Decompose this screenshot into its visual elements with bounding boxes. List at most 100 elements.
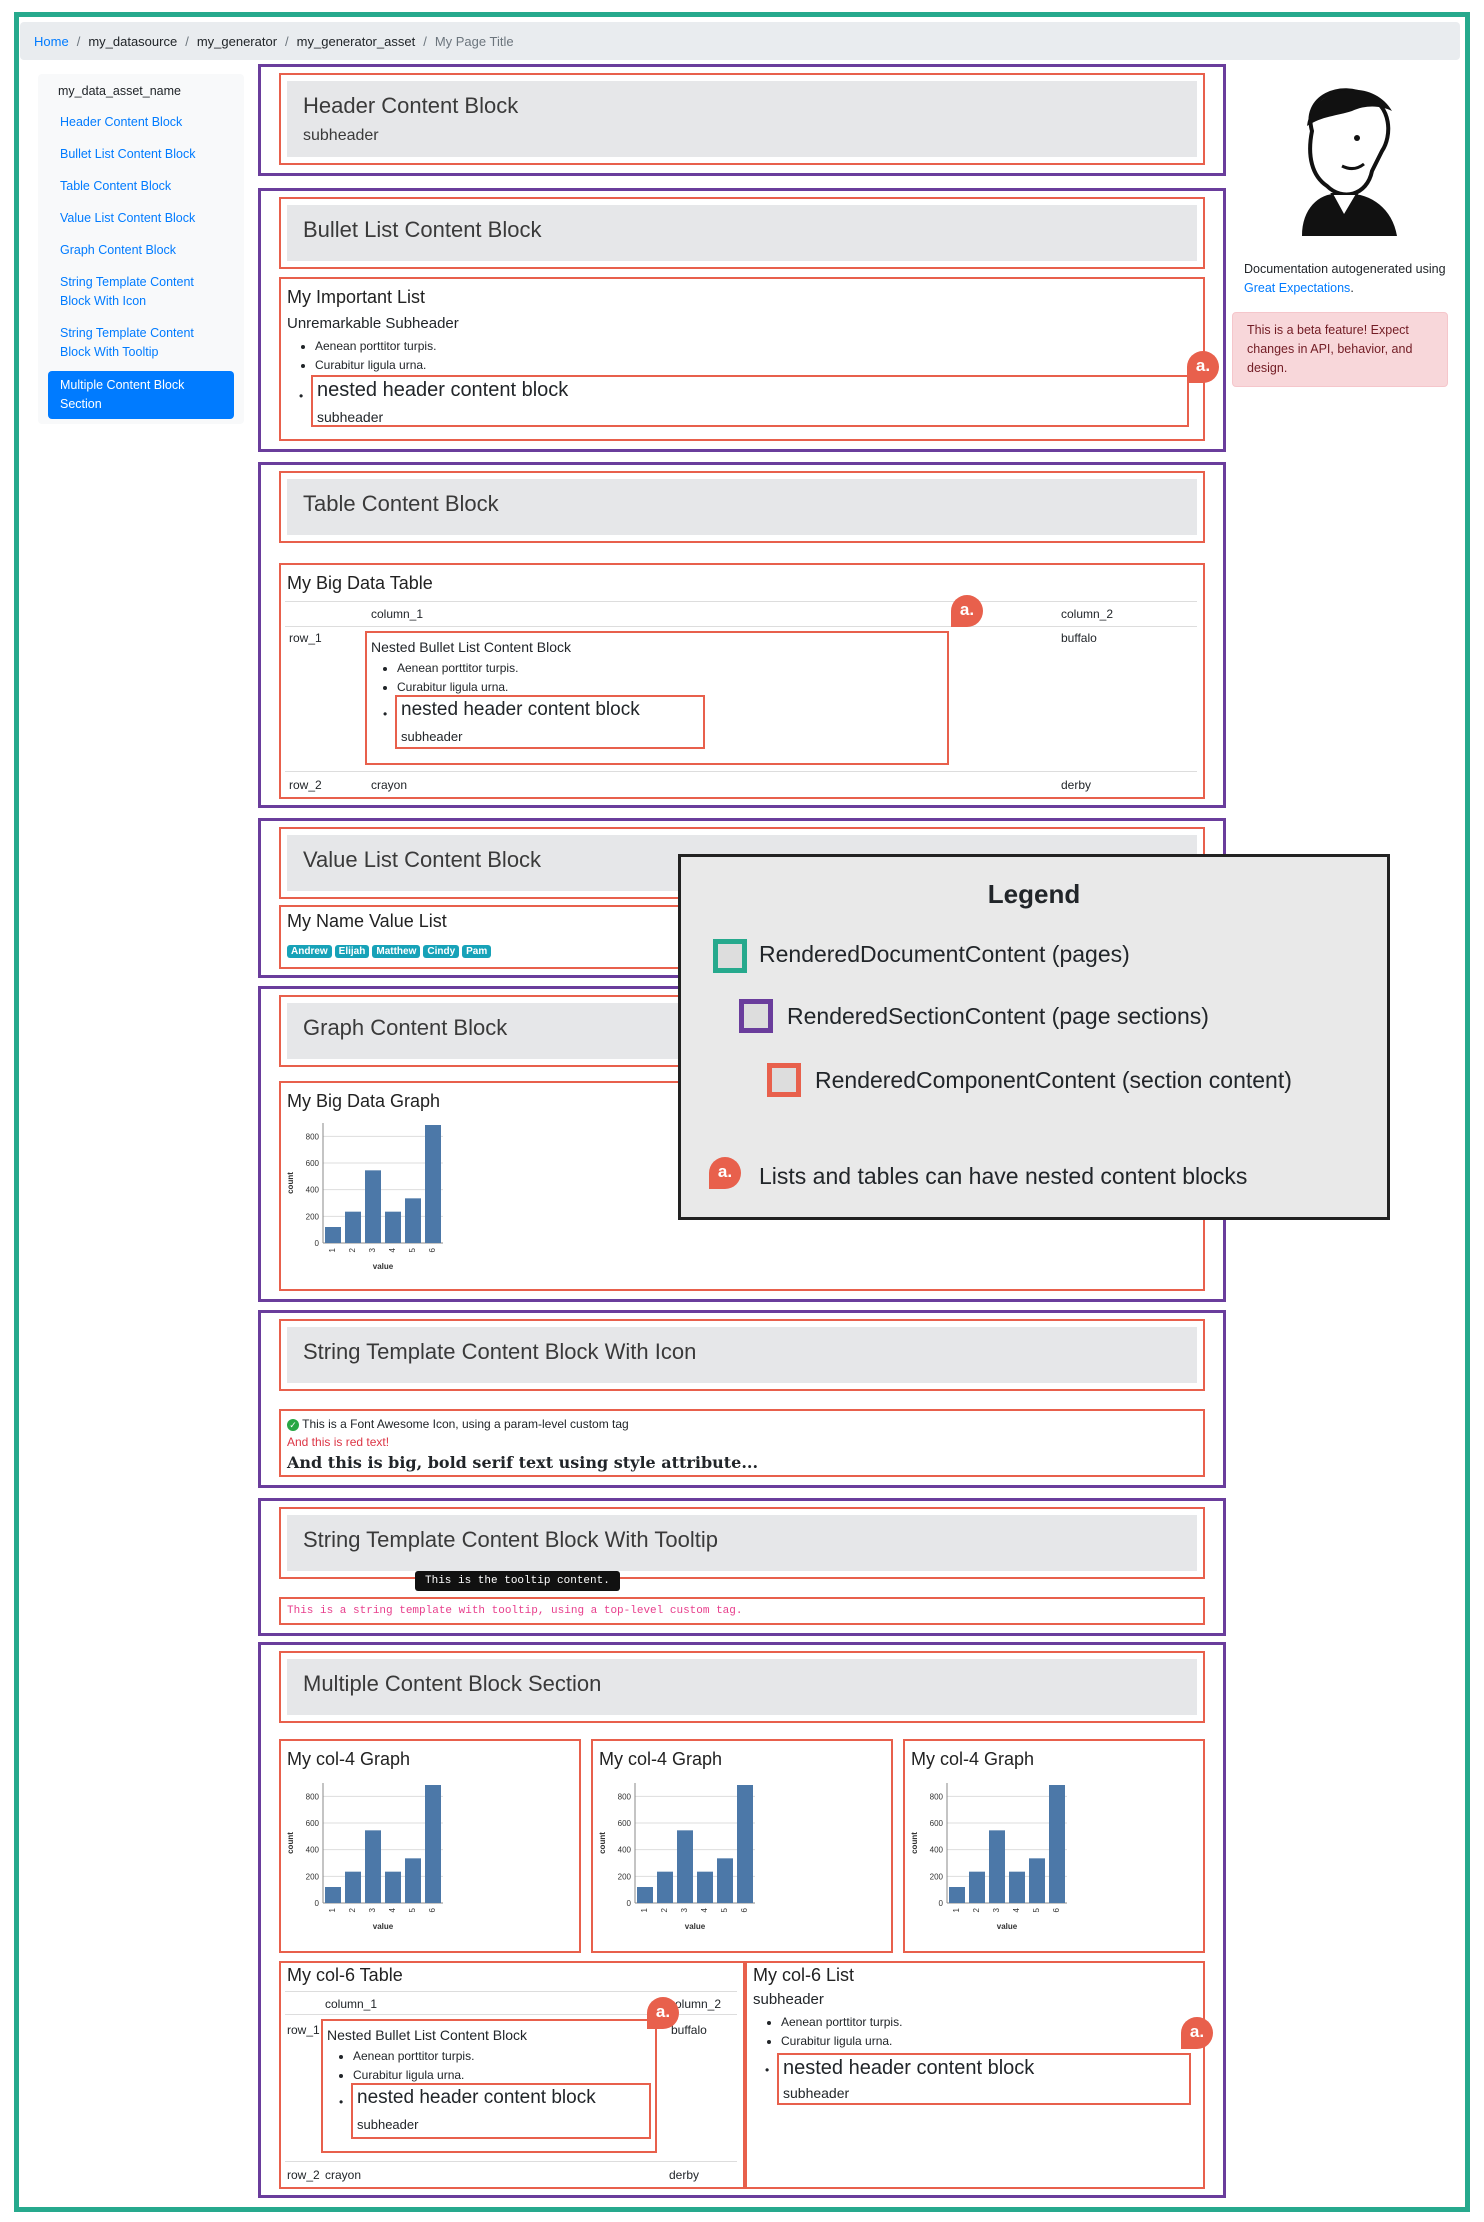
x-tick-label: 2 [348, 1247, 357, 1252]
tooltip-section-title: String Template Content Block With Toolt… [303, 1527, 718, 1552]
component-table: My Big Data Table column_1 column_2 row_… [279, 563, 1205, 799]
breadcrumb-asset[interactable]: my_generator_asset [297, 34, 416, 49]
y-tick-label: 600 [618, 1819, 632, 1828]
col4-graph-title: My col-4 Graph [599, 1749, 723, 1769]
doc-note: Documentation autogenerated using Great … [1232, 260, 1458, 298]
icon-section-title: String Template Content Block With Icon [303, 1339, 697, 1364]
y-tick-label: 0 [939, 1899, 944, 1908]
y-tick-label: 800 [306, 1132, 320, 1141]
tooltip-header-block: String Template Content Block With Toolt… [287, 1515, 1197, 1571]
breadcrumb-home[interactable]: Home [34, 34, 69, 49]
component-swatch-icon [767, 1063, 801, 1097]
icon-line-text: This is a Font Awesome Icon, using a par… [302, 1417, 629, 1431]
y-axis-label: count [910, 1832, 919, 1854]
col6-table-title: My col-6 Table [287, 1965, 403, 1985]
x-axis-label: value [373, 1922, 394, 1931]
bullet-list: Aenean porttitor turpis. Curabitur ligul… [315, 337, 436, 375]
sidebar-item-tooltip[interactable]: String Template Content Block With Toolt… [48, 319, 234, 367]
legend-marker-icon: a. [709, 1157, 741, 1189]
header-subheader: subheader [303, 127, 379, 144]
bar [637, 1887, 653, 1903]
bar [365, 1830, 381, 1903]
x-tick-label: 2 [348, 1907, 357, 1912]
sidebar-item-header[interactable]: Header Content Block [48, 108, 234, 137]
bar [345, 1211, 361, 1243]
x-tick-label: 3 [368, 1907, 377, 1912]
value-badge: Pam [462, 945, 492, 958]
section-header: Header Content Block subheader [258, 64, 1226, 176]
x-tick-label: 3 [680, 1907, 689, 1912]
legend-title: Legend [987, 879, 1081, 909]
sidebar-item-icon[interactable]: String Template Content Block With Icon [48, 268, 234, 316]
nested-header-component: nested header content block subheader [395, 695, 705, 749]
x-tick-label: 5 [720, 1907, 729, 1912]
section-swatch-icon [739, 999, 773, 1033]
sidebar-item-table[interactable]: Table Content Block [48, 172, 234, 201]
x-tick-label: 5 [408, 1907, 417, 1912]
bullet-list-subheader: Unremarkable Subheader [287, 315, 459, 332]
bar [365, 1170, 381, 1243]
nested-bullet-list: Aenean porttitor turpis. Curabitur ligul… [353, 2047, 474, 2085]
y-tick-label: 600 [306, 1159, 320, 1168]
breadcrumb-current: My Page Title [434, 33, 514, 49]
legend-doc: RenderedDocumentContent (pages) [759, 941, 1130, 967]
table-header-block: Table Content Block [287, 479, 1197, 535]
y-tick-label: 800 [930, 1792, 944, 1801]
table-col-1: column_1 [371, 607, 424, 621]
x-axis-label: value [997, 1922, 1018, 1931]
y-tick-label: 400 [618, 1846, 632, 1855]
component-bullet-list: My Important List Unremarkable Subheader… [279, 277, 1205, 441]
component-col6-table: My col-6 Table column_1 column_2 row_1 b… [279, 1961, 745, 2189]
nested-bullet-title: Nested Bullet List Content Block [371, 639, 571, 655]
nested-bullet-title: Nested Bullet List Content Block [327, 2027, 527, 2043]
legend-note: Lists and tables can have nested content… [759, 1163, 1248, 1189]
x-tick-label: 1 [328, 1247, 337, 1252]
y-axis-label: count [598, 1832, 607, 1854]
tooltip-target-text[interactable]: This is a string template with tooltip, … [287, 1605, 742, 1617]
component-col6-list: My col-6 List subheader Aenean porttitor… [745, 1961, 1205, 2189]
x-tick-label: 6 [1052, 1907, 1061, 1912]
table-col-2: column_2 [1061, 607, 1114, 621]
breadcrumb-generator[interactable]: my_generator [197, 34, 277, 49]
sidebar-item-graph[interactable]: Graph Content Block [48, 236, 234, 265]
x-tick-label: 6 [740, 1907, 749, 1912]
bar [989, 1830, 1005, 1903]
sidebar-item-valuelist[interactable]: Value List Content Block [48, 204, 234, 233]
nested-bullet-list: Aenean porttitor turpis. Curabitur ligul… [397, 659, 518, 697]
legend-component: RenderedComponentContent (section conten… [815, 1067, 1292, 1093]
col4-graph-title: My col-4 Graph [287, 1749, 411, 1769]
col4-graph-title: My col-4 Graph [911, 1749, 1035, 1769]
nested-header-title: nested header content block [401, 699, 640, 720]
bar [405, 1198, 421, 1243]
section-bullet: Bullet List Content Block My Important L… [258, 188, 1226, 452]
x-tick-label: 6 [428, 1247, 437, 1252]
breadcrumb-datasource[interactable]: my_datasource [88, 34, 177, 49]
component-col4-graph: My col-4 Graph 0 200 400 600 800 1 2 3 4 5 6 value c… [903, 1739, 1205, 1953]
y-tick-label: 400 [930, 1846, 944, 1855]
y-tick-label: 400 [306, 1846, 320, 1855]
nested-marker: a. [951, 595, 983, 627]
section-table: Table Content Block My Big Data Table co… [258, 462, 1226, 808]
component-col4-graph: My col-4 Graph 0 200 400 600 800 1 2 3 4 5 6 value c… [591, 1739, 893, 1953]
y-tick-label: 600 [930, 1819, 944, 1828]
x-tick-label: 5 [1032, 1907, 1041, 1912]
component-table-header: Table Content Block [279, 471, 1205, 543]
x-tick-label: 2 [660, 1907, 669, 1912]
x-tick-label: 1 [952, 1907, 961, 1912]
nested-header-title: nested header content block [783, 2057, 1035, 2079]
sidebar-item-bullet[interactable]: Bullet List Content Block [48, 140, 234, 169]
valuelist-title: My Name Value List [287, 911, 447, 931]
multi-section-title: Multiple Content Block Section [303, 1671, 602, 1696]
legend-section: RenderedSectionContent (page sections) [787, 1003, 1209, 1029]
x-tick-label: 6 [428, 1907, 437, 1912]
section-tooltip: String Template Content Block With Toolt… [258, 1498, 1226, 1636]
x-tick-label: 3 [992, 1907, 1001, 1912]
beta-alert: This is a beta feature! Expect changes i… [1232, 312, 1448, 387]
y-tick-label: 600 [306, 1819, 320, 1828]
nested-dot: • [383, 707, 388, 721]
sidebar-item-multi[interactable]: Multiple Content Block Section [48, 371, 234, 419]
bar-chart: 0 200 400 600 800 1 2 3 4 5 6 value count [286, 1123, 443, 1271]
multi-header-block: Multiple Content Block Section [287, 1659, 1197, 1715]
doc-link[interactable]: Great Expectations [1244, 281, 1350, 295]
value-badge: Elijah [334, 945, 370, 958]
